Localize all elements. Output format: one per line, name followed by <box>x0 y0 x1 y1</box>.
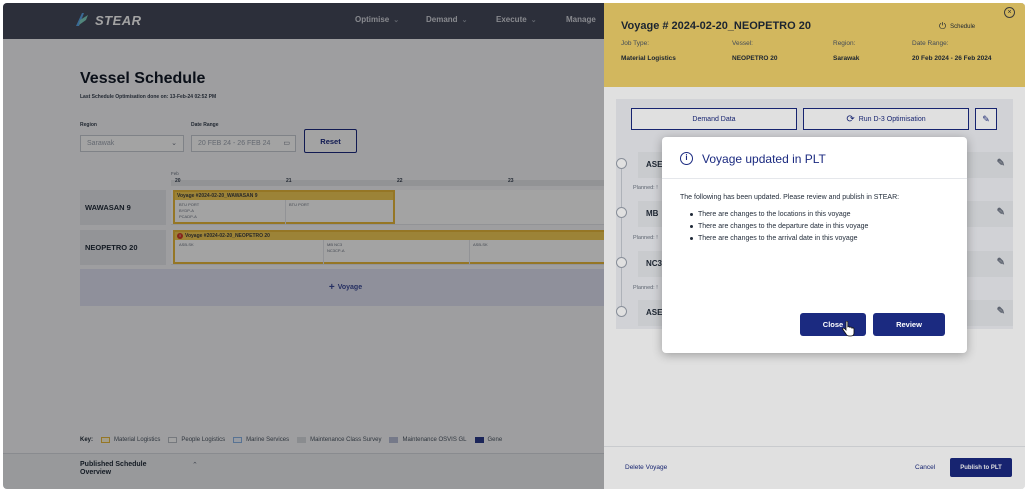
dialog-title: Voyage updated in PLT <box>702 152 826 166</box>
hand-cursor-icon <box>841 320 855 337</box>
list-item-text: There are changes to the arrival date in… <box>698 234 858 242</box>
dialog-header: i Voyage updated in PLT <box>662 137 967 179</box>
review-button[interactable]: Review <box>873 313 945 336</box>
info-icon: i <box>680 152 693 165</box>
list-item: There are changes to the departure date … <box>690 220 868 232</box>
list-item: There are changes to the arrival date in… <box>690 232 868 244</box>
list-item-text: There are changes to the locations in th… <box>698 210 851 218</box>
voyage-updated-dialog: i Voyage updated in PLT The following ha… <box>662 137 967 353</box>
app-window: STEAR Optimise ⌄ Demand ⌄ Execute ⌄ Manage … <box>3 3 1025 489</box>
list-item: There are changes to the locations in th… <box>690 208 868 220</box>
dialog-change-list: There are changes to the locations in th… <box>690 208 868 244</box>
list-item-text: There are changes to the departure date … <box>698 222 869 230</box>
dialog-message: The following has been updated. Please r… <box>680 194 900 201</box>
close-button[interactable]: Close <box>800 313 866 336</box>
